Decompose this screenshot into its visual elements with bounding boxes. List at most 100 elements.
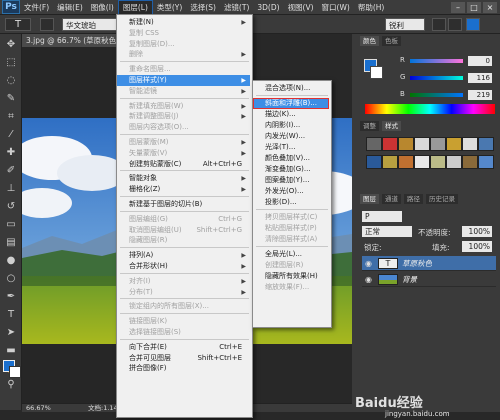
tab-adjustments[interactable]: 调整 — [360, 121, 379, 131]
menu-item[interactable]: 粘贴图层样式(P) — [253, 223, 329, 234]
layer-row-background[interactable]: ◉ 背景 — [362, 272, 496, 287]
style-swatch[interactable] — [430, 137, 446, 151]
menu-9[interactable]: 窗口(W) — [318, 0, 354, 15]
menu-item[interactable]: 新建(N) ▶ — [117, 17, 250, 28]
minimize-button[interactable]: – — [451, 1, 465, 13]
channel-g-slider[interactable] — [410, 76, 463, 80]
maximize-button[interactable]: □ — [467, 1, 481, 13]
menu-item[interactable]: 描边(K)... — [253, 109, 329, 120]
menu-item[interactable]: 合并可见图层 Shift+Ctrl+E — [117, 353, 250, 364]
style-swatch[interactable] — [382, 155, 398, 169]
style-swatch[interactable] — [414, 155, 430, 169]
style-swatch[interactable] — [382, 137, 398, 151]
tab-layers[interactable]: 图层 — [360, 194, 379, 204]
menu-item[interactable]: 取消图层编组(U) Shift+Ctrl+G — [117, 225, 250, 236]
eraser-tool-icon[interactable]: ▭ — [3, 218, 19, 232]
align-left-icon[interactable] — [432, 18, 446, 31]
menu-item[interactable]: 锁定组内的所有图层(X)... — [117, 301, 250, 312]
menu-item[interactable]: 图案叠加(Y)... — [253, 175, 329, 186]
menu-item[interactable]: 颜色叠加(V)... — [253, 153, 329, 164]
menu-6[interactable]: 滤镜(T) — [220, 0, 253, 15]
style-swatch[interactable] — [366, 137, 382, 151]
menu-item[interactable]: 链接图层(K) — [117, 316, 250, 327]
menu-item[interactable]: 栅格化(Z) ▶ — [117, 184, 250, 195]
crop-tool-icon[interactable]: ⌗ — [3, 110, 19, 124]
menu-0[interactable]: 文件(F) — [20, 0, 53, 15]
menu-item[interactable]: 图层内容选项(O)... — [117, 122, 250, 133]
path-select-tool-icon[interactable]: ➤ — [3, 326, 19, 340]
zoom-tool-icon[interactable]: ⚲ — [3, 378, 19, 392]
style-swatch[interactable] — [446, 155, 462, 169]
text-orientation-icon[interactable] — [40, 18, 54, 31]
style-swatch[interactable] — [398, 155, 414, 169]
menu-1[interactable]: 编辑(E) — [53, 0, 87, 15]
menu-item[interactable]: 光泽(T)... — [253, 142, 329, 153]
close-button[interactable]: × — [483, 1, 497, 13]
menu-item[interactable]: 新建基于图层的切片(B) — [117, 199, 250, 210]
menu-item[interactable]: 智能对象 ▶ — [117, 173, 250, 184]
menu-item[interactable]: 复制图层(D)... — [117, 39, 250, 50]
document-tab[interactable]: 3.jpg @ 66.7% (草原秋色, RGB/8 — [22, 34, 122, 47]
tab-history[interactable]: 历史记录 — [426, 194, 458, 204]
style-swatch[interactable] — [430, 155, 446, 169]
channel-b-slider[interactable] — [410, 93, 463, 97]
eyedropper-tool-icon[interactable]: ⁄ — [3, 128, 19, 142]
menu-item[interactable]: 缩放效果(F)... — [253, 282, 329, 293]
channel-r-slider[interactable] — [410, 59, 463, 63]
pen-tool-icon[interactable]: ✒ — [3, 290, 19, 304]
menu-item[interactable]: 清除图层样式(A) — [253, 234, 329, 245]
quick-select-tool-icon[interactable]: ✎ — [3, 92, 19, 106]
menu-item[interactable]: 创建图层(R) — [253, 260, 329, 271]
menu-item[interactable]: 内发光(W)... — [253, 131, 329, 142]
clone-stamp-tool-icon[interactable]: ⊥ — [3, 182, 19, 196]
menu-item[interactable]: 选择链接图层(S) — [117, 327, 250, 338]
style-swatch[interactable] — [462, 137, 478, 151]
menu-item[interactable]: 内阴影(I)... — [253, 120, 329, 131]
menu-item[interactable]: 排列(A) ▶ — [117, 250, 250, 261]
tab-color[interactable]: 颜色 — [360, 36, 379, 46]
align-center-icon[interactable] — [448, 18, 462, 31]
menu-item[interactable]: 重命名图层... — [117, 64, 250, 75]
style-swatch[interactable] — [478, 137, 494, 151]
menu-8[interactable]: 视图(V) — [284, 0, 318, 15]
menu-item[interactable]: 删除 ▶ — [117, 49, 250, 60]
menu-item[interactable]: 隐藏所有效果(H) — [253, 271, 329, 282]
channel-b-value[interactable]: 219 — [468, 90, 492, 100]
tab-paths[interactable]: 路径 — [404, 194, 423, 204]
channel-g-value[interactable]: 116 — [468, 73, 492, 83]
menu-item[interactable]: 全局光(L)... — [253, 249, 329, 260]
menu-item[interactable]: 渐变叠加(G)... — [253, 164, 329, 175]
menu-item[interactable]: 投影(D)... — [253, 197, 329, 208]
menu-item[interactable]: 图层蒙版(M) ▶ — [117, 137, 250, 148]
menu-item[interactable]: 新建填充图层(W) ▶ — [117, 101, 250, 112]
antialias-select[interactable]: 锐利 — [385, 18, 425, 31]
style-swatch[interactable] — [446, 137, 462, 151]
fill-input[interactable]: 100% — [462, 241, 492, 252]
move-tool-icon[interactable]: ✥ — [3, 38, 19, 52]
menu-item[interactable]: 对齐(I) ▶ — [117, 276, 250, 287]
menu-3[interactable]: 图层(L) — [117, 0, 153, 15]
style-swatch[interactable] — [462, 155, 478, 169]
menu-item[interactable]: 图层编组(G) Ctrl+G — [117, 214, 250, 225]
menu-item[interactable]: 拷贝图层样式(C) — [253, 212, 329, 223]
font-family-select[interactable]: 华文琥珀 — [62, 18, 120, 31]
menu-item[interactable]: 图层样式(Y) ▶ — [117, 75, 250, 86]
menu-item[interactable]: 创建剪贴蒙版(C) Alt+Ctrl+G — [117, 159, 250, 170]
menu-item[interactable]: 新建调整图层(J) ▶ — [117, 111, 250, 122]
filter-kind-select[interactable]: P — [362, 211, 402, 222]
menu-5[interactable]: 选择(S) — [186, 0, 220, 15]
tab-swatches[interactable]: 色板 — [382, 36, 401, 46]
lasso-tool-icon[interactable]: ◌ — [3, 74, 19, 88]
tab-channels[interactable]: 通道 — [382, 194, 401, 204]
marquee-tool-icon[interactable]: ⬚ — [3, 56, 19, 70]
brush-tool-icon[interactable]: ✐ — [3, 164, 19, 178]
eye-icon[interactable]: ◉ — [365, 275, 372, 284]
menu-item[interactable]: 分布(T) ▶ — [117, 287, 250, 298]
menu-7[interactable]: 3D(D) — [253, 0, 283, 15]
history-brush-tool-icon[interactable]: ↺ — [3, 200, 19, 214]
style-swatch[interactable] — [398, 137, 414, 151]
shape-tool-icon[interactable]: ▬ — [3, 344, 19, 358]
menu-item[interactable]: 斜面和浮雕(B)... — [253, 98, 329, 109]
color-panel-background[interactable] — [370, 66, 383, 79]
color-spectrum-bar[interactable] — [365, 104, 495, 114]
